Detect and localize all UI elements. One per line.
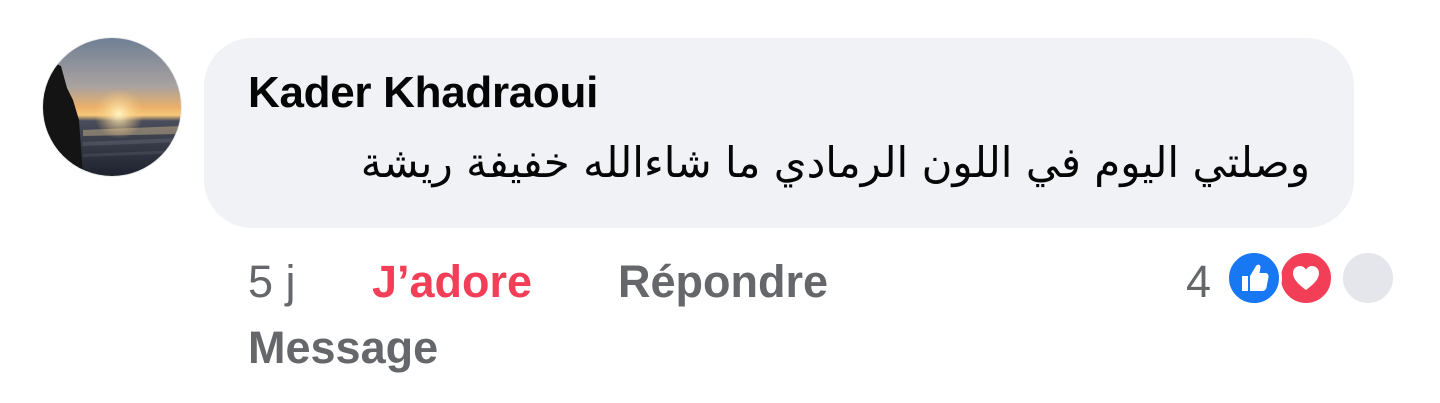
more-reactions-icon: [1340, 250, 1396, 306]
comment-bubble: Kader Khadraoui وصلتي اليوم في اللون الر…: [204, 38, 1354, 228]
timestamp-link[interactable]: 5 j: [248, 256, 296, 308]
message-button[interactable]: Message: [248, 322, 438, 374]
reply-button[interactable]: Répondre: [618, 256, 828, 308]
love-icon: [1278, 250, 1334, 306]
reaction-count[interactable]: 4: [1186, 256, 1211, 308]
avatar-sunset-image: [43, 38, 181, 176]
comment-text: وصلتي اليوم في اللون الرمادي ما شاءالله …: [360, 138, 1310, 187]
like-icon: [1226, 250, 1282, 306]
comment: Kader Khadraoui وصلتي اليوم في اللون الر…: [0, 0, 1440, 403]
author-name[interactable]: Kader Khadraoui: [248, 68, 598, 118]
reaction-summary[interactable]: [1226, 250, 1406, 306]
love-reaction-button[interactable]: J’adore: [372, 256, 532, 308]
avatar[interactable]: [43, 38, 181, 176]
